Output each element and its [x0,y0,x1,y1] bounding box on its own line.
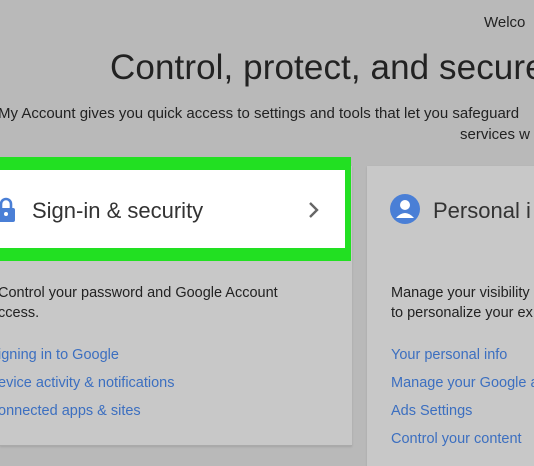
person-icon [390,194,420,224]
personal-info-title[interactable]: Personal i [433,198,531,224]
page-headline: Control, protect, and secure [110,48,534,87]
link-control-your-content[interactable]: Control your content [391,431,522,447]
card-divider [0,445,352,446]
signin-description-line1: Control your password and Google Account [0,285,278,301]
page-subtitle-line2: services w [460,126,531,143]
lock-icon [0,197,15,222]
signin-description-line2: ccess. [0,305,40,321]
personal-description-line1: Manage your visibility [391,285,530,301]
link-signing-in[interactable]: igning in to Google [0,347,119,363]
link-connected-apps[interactable]: onnected apps & sites [0,403,141,419]
signin-security-title[interactable]: Sign-in & security [32,198,203,224]
personal-description-line2: to personalize your ex [391,305,533,321]
page-subtitle-line1: My Account gives you quick access to set… [0,105,520,122]
link-ads-settings[interactable]: Ads Settings [391,403,472,419]
link-your-personal-info[interactable]: Your personal info [391,347,507,363]
link-device-activity[interactable]: evice activity & notifications [0,375,175,391]
chevron-right-icon[interactable] [306,200,322,220]
welcome-text: Welco [484,14,526,31]
signin-description: Control your password and Google Account… [0,283,278,323]
personal-description: Manage your visibility to personalize yo… [391,283,533,323]
link-manage-google-activity[interactable]: Manage your Google a [391,375,534,391]
